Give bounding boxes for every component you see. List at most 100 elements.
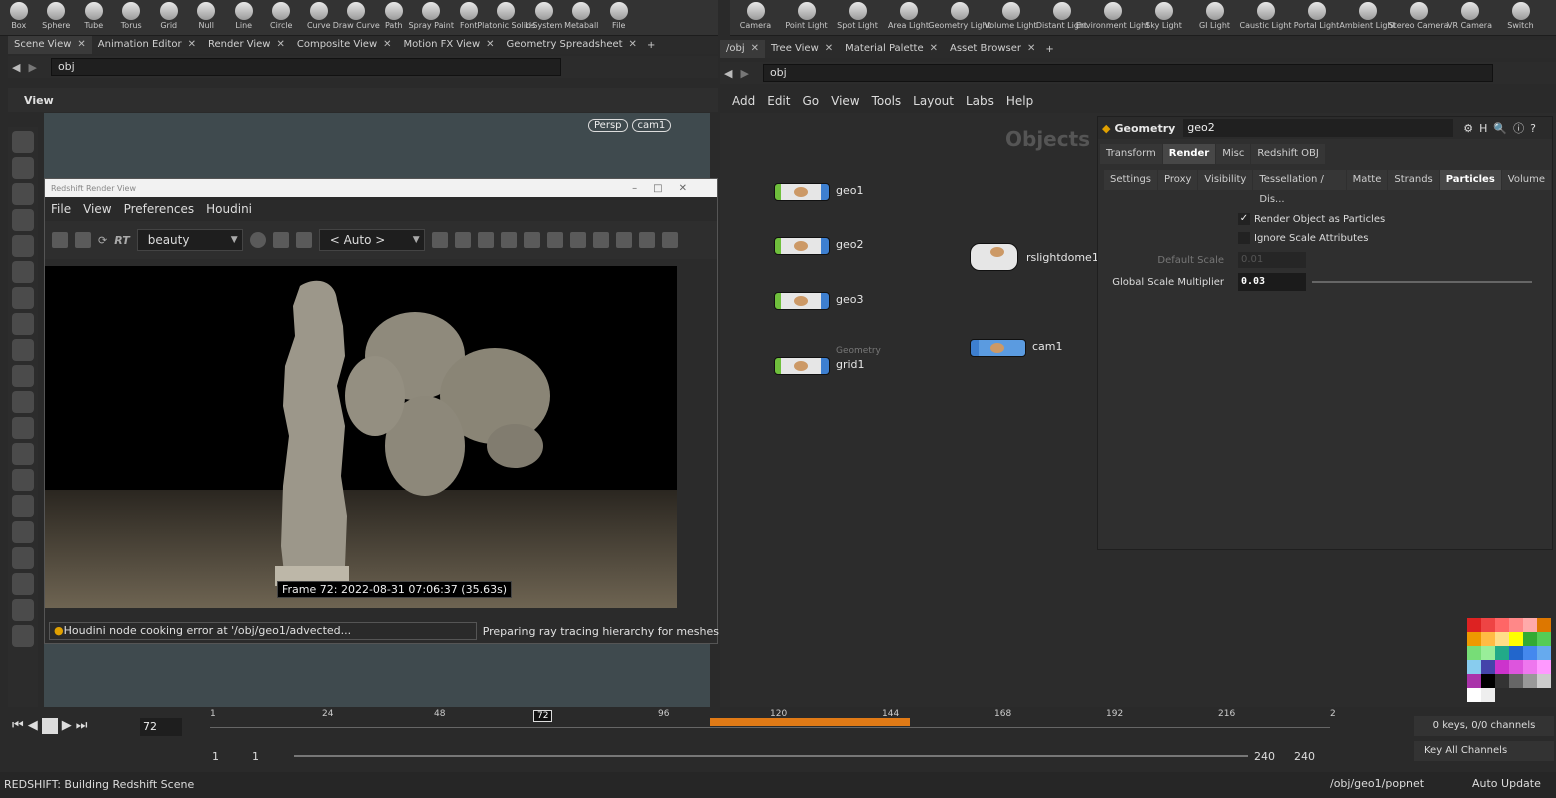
node-label[interactable]: geo1 — [836, 184, 863, 197]
tab-particles[interactable]: Particles — [1439, 170, 1501, 190]
palette-swatch[interactable] — [1537, 660, 1551, 674]
tab-motion-fx-view[interactable]: Motion FX View ✕ — [398, 36, 501, 54]
tool-button[interactable] — [12, 443, 34, 465]
palette-swatch[interactable] — [1537, 632, 1551, 646]
close-icon[interactable]: ✕ — [77, 39, 85, 50]
palette-swatch[interactable] — [1509, 618, 1523, 632]
net-menu-help[interactable]: Help — [1006, 94, 1033, 108]
metaball-tool[interactable]: Metaball — [563, 0, 601, 36]
tool-button[interactable] — [12, 235, 34, 257]
tab-render[interactable]: Render — [1162, 144, 1216, 164]
back-arrow-icon[interactable]: ◀ — [12, 61, 20, 74]
path-tool[interactable]: Path — [375, 0, 413, 36]
close-icon[interactable]: ✕ — [276, 39, 284, 50]
close-icon[interactable]: ✕ — [825, 43, 833, 54]
add-tab-icon[interactable]: + — [1045, 44, 1053, 55]
frame-ruler[interactable]: 72 1 24 48 96 120 144 168 192 216 2 — [210, 708, 1336, 738]
sphere-tool[interactable]: Sphere — [38, 0, 76, 36]
tool-button[interactable] — [12, 313, 34, 335]
close-icon[interactable]: ✕ — [486, 39, 494, 50]
add-tab-icon[interactable]: + — [647, 40, 655, 51]
refresh-icon[interactable]: ⟳ — [98, 234, 107, 247]
vr-camera-tool[interactable]: VR Camera — [1444, 0, 1495, 36]
null-tool[interactable]: Null — [188, 0, 226, 36]
tab-asset-browser[interactable]: Asset Browser ✕ — [944, 40, 1041, 58]
node-label[interactable]: geo3 — [836, 293, 863, 306]
tab-matte[interactable]: Matte — [1346, 170, 1388, 190]
palette-swatch[interactable] — [1467, 646, 1481, 660]
file-tool[interactable]: File — [600, 0, 638, 36]
go-start-icon[interactable]: ⏮ — [12, 718, 24, 734]
palette-swatch[interactable] — [1481, 646, 1495, 660]
close-icon[interactable]: ✕ — [383, 39, 391, 50]
palette-swatch[interactable] — [1467, 618, 1481, 632]
tool-button[interactable] — [12, 131, 34, 153]
net-menu-labs[interactable]: Labs — [966, 94, 994, 108]
global-scale-slider[interactable] — [1312, 281, 1532, 283]
tool-button[interactable] — [12, 287, 34, 309]
left-path-field[interactable]: obj — [50, 58, 561, 76]
color-palette[interactable] — [1467, 618, 1555, 706]
tool-button[interactable] — [12, 183, 34, 205]
palette-swatch[interactable] — [1523, 646, 1537, 660]
tool-button[interactable] — [12, 469, 34, 491]
window-controls[interactable]: –□✕ — [632, 183, 703, 194]
range-slider[interactable] — [294, 755, 1248, 757]
grid-tool[interactable]: Grid — [150, 0, 188, 36]
tab-volume[interactable]: Volume — [1501, 170, 1551, 190]
current-frame-field[interactable]: 72 — [140, 718, 182, 736]
net-menu-edit[interactable]: Edit — [767, 94, 790, 108]
add-snapshot-icon[interactable] — [638, 232, 655, 248]
palette-swatch[interactable] — [1537, 646, 1551, 660]
menu-preferences[interactable]: Preferences — [124, 202, 195, 216]
area-light-tool[interactable]: Area Light — [883, 0, 934, 36]
menu-view[interactable]: View — [83, 202, 111, 216]
grid-icon[interactable] — [272, 232, 289, 248]
network-node[interactable]: geo3 — [774, 292, 863, 310]
global-scale-field[interactable]: 0.03 — [1238, 273, 1306, 291]
play-back-icon[interactable]: ◀ — [28, 718, 38, 734]
close-icon[interactable]: ✕ — [188, 39, 196, 50]
end-frame[interactable]: 240 — [1254, 750, 1275, 763]
param-tool-icons[interactable]: ⚙H🔍ⓘ? — [1463, 120, 1542, 136]
keys-info[interactable]: 0 keys, 0/0 channels — [1414, 716, 1554, 736]
close-icon[interactable]: ✕ — [1027, 43, 1035, 54]
geometry-light-tool[interactable]: Geometry Light — [928, 0, 991, 36]
stereo-camera-tool[interactable]: Stereo Camera — [1389, 0, 1449, 36]
circle-tool[interactable]: Circle — [263, 0, 301, 36]
start-frame-2[interactable]: 1 — [252, 750, 259, 763]
lens-icon[interactable] — [249, 232, 266, 248]
net-menu-go[interactable]: Go — [802, 94, 819, 108]
close-icon[interactable]: ✕ — [751, 43, 759, 54]
palette-swatch[interactable] — [1467, 660, 1481, 674]
palette-swatch[interactable] — [1495, 646, 1509, 660]
network-node[interactable]: cam1 — [970, 339, 1063, 357]
tool-button[interactable] — [12, 391, 34, 413]
checkbox-unchecked[interactable] — [1238, 232, 1250, 244]
tab-transform[interactable]: Transform — [1100, 144, 1162, 164]
rt-toggle[interactable]: RT — [114, 234, 129, 247]
spray-paint-tool[interactable]: Spray Paint — [409, 0, 454, 36]
close-icon[interactable]: ✕ — [629, 39, 637, 50]
tab-tessellation-dis-[interactable]: Tessellation / Dis... — [1253, 170, 1346, 205]
palette-swatch[interactable] — [1537, 618, 1551, 632]
palette-swatch[interactable] — [1481, 618, 1495, 632]
tab-proxy[interactable]: Proxy — [1158, 170, 1198, 190]
auto-select[interactable]: < Auto > ▼ — [318, 229, 425, 251]
palette-swatch[interactable] — [1523, 632, 1537, 646]
tool-button[interactable] — [12, 495, 34, 517]
curve-tool[interactable]: Curve — [300, 0, 338, 36]
camera-tool[interactable]: Camera — [730, 0, 781, 36]
go-end-icon[interactable]: ⏭ — [76, 718, 88, 734]
sky-light-tool[interactable]: Sky Light — [1138, 0, 1189, 36]
font-tool[interactable]: Font — [450, 0, 488, 36]
tab-composite-view[interactable]: Composite View ✕ — [291, 36, 398, 54]
node-label[interactable]: geo2 — [836, 238, 863, 251]
palette-swatch[interactable] — [1523, 674, 1537, 688]
checkbox-checked[interactable]: ✓ — [1238, 213, 1250, 225]
point-light-tool[interactable]: Point Light — [781, 0, 832, 36]
palette-swatch[interactable] — [1495, 674, 1509, 688]
snowflake-icon[interactable] — [477, 232, 494, 248]
bucket-icon[interactable] — [454, 232, 471, 248]
stop-icon[interactable] — [41, 718, 58, 734]
